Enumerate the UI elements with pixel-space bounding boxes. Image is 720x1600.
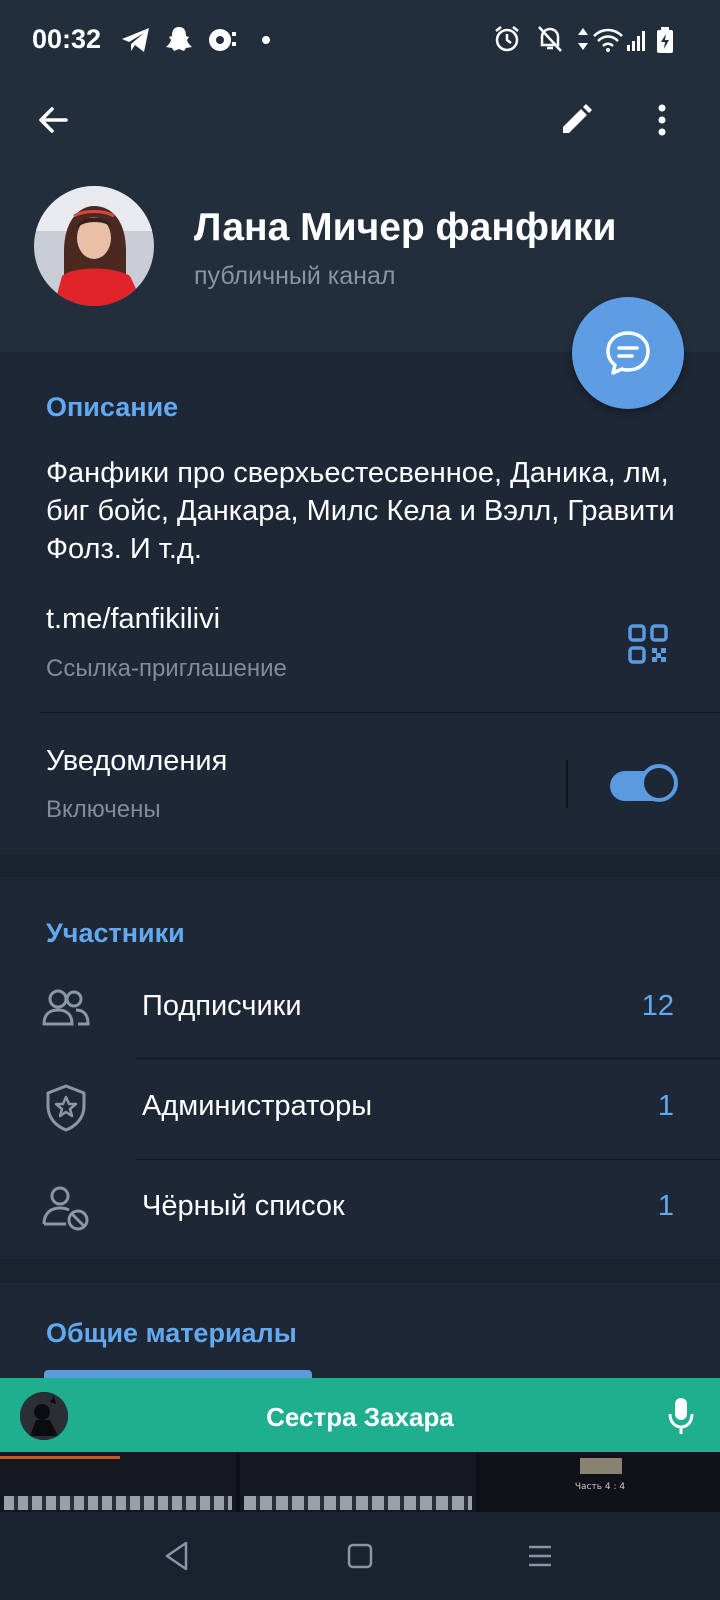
media-thumb-1[interactable] bbox=[0, 1452, 236, 1512]
invite-link-row[interactable] bbox=[0, 580, 720, 710]
media-tab-indicator[interactable] bbox=[44, 1370, 312, 1378]
blacklist-label: Чёрный список bbox=[142, 1190, 345, 1222]
now-playing-title: Сестра Захара bbox=[266, 1402, 454, 1432]
notifications-title: Уведомления bbox=[46, 745, 228, 777]
signal-icon bbox=[627, 31, 645, 51]
app-icon bbox=[209, 29, 236, 51]
media-thumb-caption: Часть 4 : 4 bbox=[574, 1482, 626, 1492]
invite-link-label: Ссылка-приглашение bbox=[46, 655, 287, 682]
toggle-knob bbox=[640, 764, 678, 802]
edit-button[interactable] bbox=[556, 100, 596, 140]
people-icon bbox=[42, 989, 90, 1026]
message-fab-button[interactable] bbox=[572, 297, 684, 409]
description-text: Фанфики про сверхьестесвенное, Даника, л… bbox=[46, 457, 675, 565]
notifications-row[interactable] bbox=[0, 713, 560, 853]
more-options-button[interactable] bbox=[652, 100, 672, 140]
channel-type: публичный канал bbox=[194, 262, 396, 290]
chat-bubble-icon bbox=[606, 331, 650, 375]
vertical-divider bbox=[566, 760, 568, 808]
subscribers-label: Подписчики bbox=[142, 990, 302, 1022]
subscribers-count: 12 bbox=[641, 990, 674, 1022]
invite-link-url: t.me/fanfikilivi bbox=[46, 603, 221, 635]
media-thumb-2[interactable] bbox=[240, 1452, 476, 1512]
nav-home-button[interactable] bbox=[346, 1542, 374, 1570]
blacklist-count: 1 bbox=[657, 1190, 674, 1222]
nav-back-button[interactable] bbox=[162, 1540, 192, 1572]
data-arrows-icon bbox=[578, 28, 588, 50]
channel-name: Лана Мичер фанфики bbox=[194, 206, 617, 249]
alarm-icon bbox=[495, 26, 519, 52]
qr-code-icon[interactable] bbox=[628, 624, 668, 664]
notifications-status: Включены bbox=[46, 796, 161, 823]
status-time: 00:32 bbox=[32, 24, 102, 54]
channel-avatar[interactable] bbox=[34, 186, 154, 306]
description-title: Описание bbox=[46, 392, 179, 422]
shield-star-icon bbox=[46, 1084, 86, 1132]
battery-charging-icon bbox=[657, 27, 673, 53]
media-thumb-3[interactable]: Часть 4 : 4 bbox=[480, 1452, 720, 1512]
telegram-icon bbox=[122, 28, 149, 52]
snapchat-icon bbox=[166, 27, 192, 51]
toolbar bbox=[0, 80, 720, 170]
bell-off-icon bbox=[538, 26, 562, 52]
members-title: Участники bbox=[46, 918, 185, 948]
admins-count: 1 bbox=[657, 1090, 674, 1122]
user-blocked-icon bbox=[42, 1186, 89, 1231]
admins-label: Администраторы bbox=[142, 1090, 373, 1122]
shared-media-title: Общие материалы bbox=[46, 1318, 297, 1348]
wifi-icon bbox=[593, 28, 623, 52]
back-button[interactable] bbox=[34, 100, 74, 140]
microphone-icon[interactable] bbox=[668, 1396, 694, 1436]
notification-dot-icon bbox=[262, 36, 270, 44]
nav-recents-button[interactable] bbox=[526, 1542, 554, 1570]
